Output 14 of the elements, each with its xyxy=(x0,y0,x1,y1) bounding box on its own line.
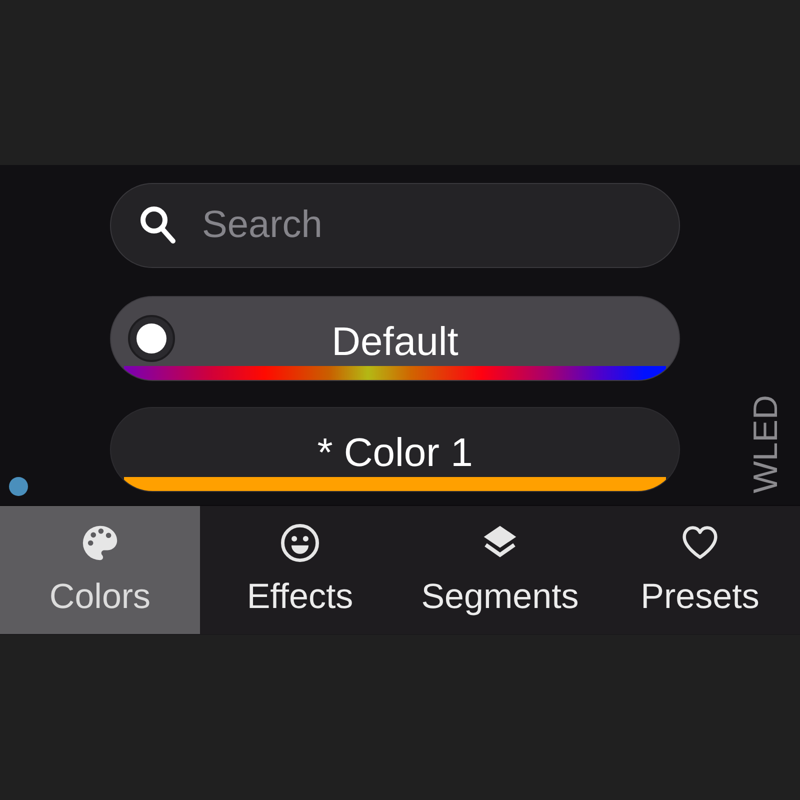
search-icon xyxy=(140,206,176,244)
search-field[interactable]: Search xyxy=(110,183,680,268)
palette-item[interactable]: Default xyxy=(110,296,680,381)
smiley-icon xyxy=(281,524,319,562)
brand-label: WLED xyxy=(751,394,781,493)
palette-item[interactable]: * Color 1 xyxy=(110,407,680,492)
nav-tab[interactable]: Presets xyxy=(600,506,800,634)
status-dot-icon xyxy=(9,477,28,496)
heart-icon xyxy=(681,524,719,562)
nav-tab[interactable]: Colors xyxy=(0,506,200,634)
radio-icon xyxy=(128,315,175,362)
nav-tab[interactable]: Effects xyxy=(200,506,400,634)
nav-tab[interactable]: Segments xyxy=(400,506,600,634)
palette-icon xyxy=(81,524,119,562)
